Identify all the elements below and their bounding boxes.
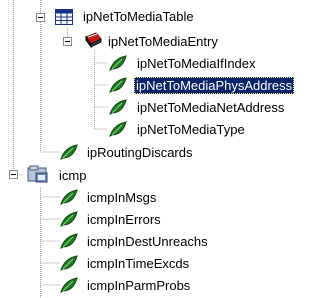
leaf-icon	[60, 233, 78, 249]
table-icon	[55, 9, 73, 25]
tree-node-label[interactable]: ipNetToMediaIfIndex	[135, 55, 258, 72]
leaf-icon	[60, 189, 78, 205]
entry-icon	[82, 31, 102, 49]
tree-node-label[interactable]: icmpInDestUnreachs	[85, 233, 210, 250]
tree-node-label[interactable]: icmp	[57, 167, 88, 184]
leaf-icon	[109, 55, 127, 71]
leaf-icon	[60, 255, 78, 271]
tree-node-label-selected[interactable]: ipNetToMediaPhysAddress	[134, 77, 295, 94]
leaf-icon	[109, 99, 127, 115]
collapse-toggle[interactable]	[36, 13, 45, 22]
collapse-toggle[interactable]	[63, 37, 72, 46]
folder-icon	[27, 164, 48, 183]
mib-tree[interactable]: ipNetToMediaTable ipNetToMediaEntry ipNe…	[0, 0, 316, 298]
leaf-icon	[109, 121, 127, 137]
tree-node-label[interactable]: icmpInErrors	[85, 211, 163, 228]
collapse-toggle[interactable]	[9, 170, 18, 179]
tree-node-label[interactable]: ipNetToMediaTable	[81, 8, 196, 25]
leaf-icon	[109, 77, 127, 93]
tree-node-label[interactable]: icmpInMsgs	[85, 189, 158, 206]
leaf-icon	[60, 211, 78, 227]
tree-node-label[interactable]: ipNetToMediaNetAddress	[135, 99, 286, 116]
tree-node-label[interactable]: ipRoutingDiscards	[85, 144, 195, 161]
tree-node-label[interactable]: ipNetToMediaType	[135, 121, 247, 138]
leaf-icon	[60, 144, 78, 160]
tree-node-label[interactable]: ipNetToMediaEntry	[106, 33, 220, 50]
tree-node-label[interactable]: icmpInTimeExcds	[85, 255, 191, 272]
tree-node-label[interactable]: icmpInParmProbs	[85, 277, 192, 294]
leaf-icon	[60, 277, 78, 293]
